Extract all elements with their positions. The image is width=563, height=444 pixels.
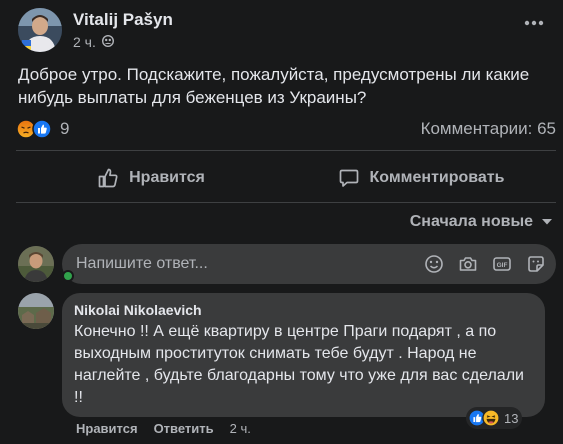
sort-dropdown[interactable]: Сначала новые	[410, 210, 553, 234]
current-user-avatar-image	[18, 246, 54, 282]
comments-count[interactable]: Комментарии: 65	[421, 119, 556, 139]
current-user-avatar[interactable]	[18, 246, 54, 282]
camera-icon[interactable]	[458, 254, 478, 274]
comment-label: Комментировать	[369, 169, 505, 186]
post-header: Vitalij Pašyn 2 ч.	[18, 6, 173, 54]
like-icon	[32, 119, 52, 139]
thumbs-up-icon	[98, 168, 118, 188]
caret-down-icon	[542, 219, 552, 225]
comment-bubble: Nikolai Nikolaevich Конечно !! А ещё ква…	[62, 293, 545, 417]
online-status-dot	[62, 270, 74, 282]
sticker-icon[interactable]	[526, 254, 546, 274]
post-author[interactable]: Vitalij Pašyn	[73, 10, 173, 30]
post-text: Доброе утро. Подскажите, пожалуйста, пре…	[18, 65, 530, 107]
svg-text:GIF: GIF	[497, 262, 508, 269]
comment-icon	[339, 169, 358, 187]
reaction-count[interactable]: 9	[60, 119, 69, 139]
reactions-summary: 9 Комментарии: 65	[16, 116, 556, 142]
more-options-button[interactable]	[519, 8, 549, 38]
gif-icon[interactable]: GIF	[492, 254, 512, 274]
post-time[interactable]: 2 ч.	[73, 34, 96, 50]
author-avatar[interactable]	[18, 8, 62, 52]
commenter-avatar[interactable]	[18, 293, 54, 329]
haha-icon	[482, 409, 500, 427]
post-actions: Нравится Комментировать	[16, 156, 556, 200]
comment-text: Конечно !! А ещё квартиру в центре Праги…	[74, 323, 524, 406]
sort-label: Сначала новые	[409, 213, 533, 230]
like-button[interactable]: Нравится	[16, 156, 286, 200]
reply-placeholder: Напишите ответ...	[76, 255, 208, 272]
divider	[16, 150, 556, 151]
comment-button[interactable]: Комментировать	[286, 156, 556, 200]
more-dots-icon	[524, 20, 544, 26]
reaction-icons[interactable]	[16, 119, 52, 139]
divider	[16, 202, 556, 203]
friends-icon	[101, 34, 114, 50]
author-avatar-image	[18, 8, 62, 52]
comment-time[interactable]: 2 ч.	[230, 421, 251, 436]
commenter-avatar-image	[18, 293, 54, 329]
comment-reply-link[interactable]: Ответить	[154, 421, 214, 436]
emoji-icon[interactable]	[424, 254, 444, 274]
comment-reaction-count: 13	[504, 410, 519, 426]
reply-composer: Напишите ответ... GIF	[18, 243, 556, 285]
like-label: Нравится	[129, 169, 205, 186]
comment-actions: Нравится Ответить 2 ч.	[76, 421, 251, 436]
comment-reactions[interactable]: 13	[466, 407, 523, 429]
reply-input[interactable]: Напишите ответ... GIF	[62, 244, 556, 284]
comment-like-link[interactable]: Нравится	[76, 421, 138, 436]
comment-author[interactable]: Nikolai Nikolaevich	[74, 301, 533, 319]
